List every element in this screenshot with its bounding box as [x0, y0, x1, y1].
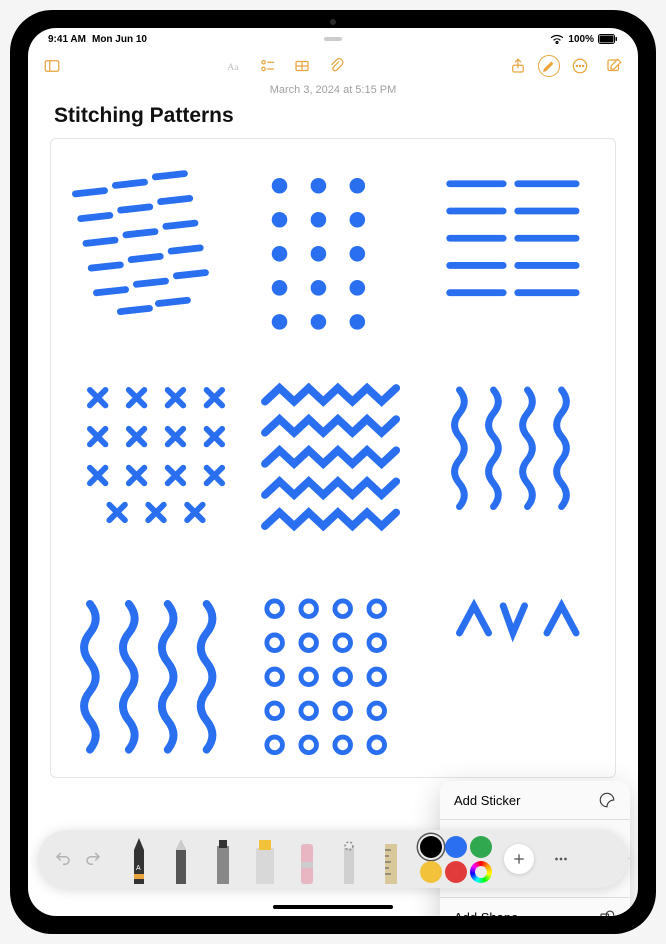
marker-tool[interactable] — [204, 834, 242, 884]
multitask-handle[interactable] — [324, 37, 342, 41]
attach-button[interactable] — [322, 52, 350, 80]
color-green[interactable] — [470, 836, 492, 858]
markup-more-button[interactable] — [546, 844, 576, 874]
lasso-tool[interactable] — [330, 834, 368, 884]
add-sticker-item[interactable]: Add Sticker — [440, 781, 630, 820]
compose-button[interactable] — [600, 52, 628, 80]
text-format-button[interactable]: Aa — [220, 52, 248, 80]
checklist-button[interactable] — [254, 52, 282, 80]
status-bar: 9:41 AM Mon Jun 10 100% — [28, 28, 638, 50]
color-blue[interactable] — [445, 836, 467, 858]
color-palette — [420, 836, 492, 883]
shape-icon — [598, 908, 616, 916]
wifi-icon — [550, 34, 564, 44]
color-picker-button[interactable] — [470, 861, 492, 883]
sidebar-toggle-button[interactable] — [38, 52, 66, 80]
battery-icon — [598, 34, 618, 44]
color-black[interactable] — [420, 836, 442, 858]
more-button[interactable] — [566, 52, 594, 80]
eraser-tool[interactable] — [288, 834, 326, 884]
svg-text:Aa: Aa — [227, 62, 239, 73]
drawing-canvas[interactable] — [50, 138, 616, 778]
app-toolbar: Aa — [28, 50, 638, 82]
redo-button[interactable] — [80, 846, 106, 872]
status-date: Mon Jun 10 — [92, 34, 147, 45]
home-indicator[interactable] — [273, 905, 393, 909]
note-title[interactable]: Stitching Patterns — [28, 102, 638, 138]
front-camera — [330, 19, 336, 25]
add-shape-item[interactable]: Add Shape — [440, 898, 630, 916]
svg-text:A: A — [136, 865, 141, 872]
ruler-tool[interactable] — [372, 834, 410, 884]
battery-pct: 100% — [568, 34, 594, 45]
menu-label: Add Shape — [454, 910, 518, 917]
markup-toggle-button[interactable] — [538, 55, 560, 77]
sticker-icon — [598, 791, 616, 809]
pen-tool[interactable]: A — [120, 834, 158, 884]
undo-button[interactable] — [50, 846, 76, 872]
highlighter-tool[interactable] — [246, 834, 284, 884]
add-button[interactable] — [504, 844, 534, 874]
menu-label: Add Sticker — [454, 793, 520, 808]
color-red[interactable] — [445, 861, 467, 883]
markup-toolbar: A — [38, 830, 628, 888]
share-button[interactable] — [504, 52, 532, 80]
status-time: 9:41 AM — [48, 34, 86, 45]
table-button[interactable] — [288, 52, 316, 80]
note-date: March 3, 2024 at 5:15 PM — [28, 82, 638, 102]
color-yellow[interactable] — [420, 861, 442, 883]
pencil-tool[interactable] — [162, 834, 200, 884]
